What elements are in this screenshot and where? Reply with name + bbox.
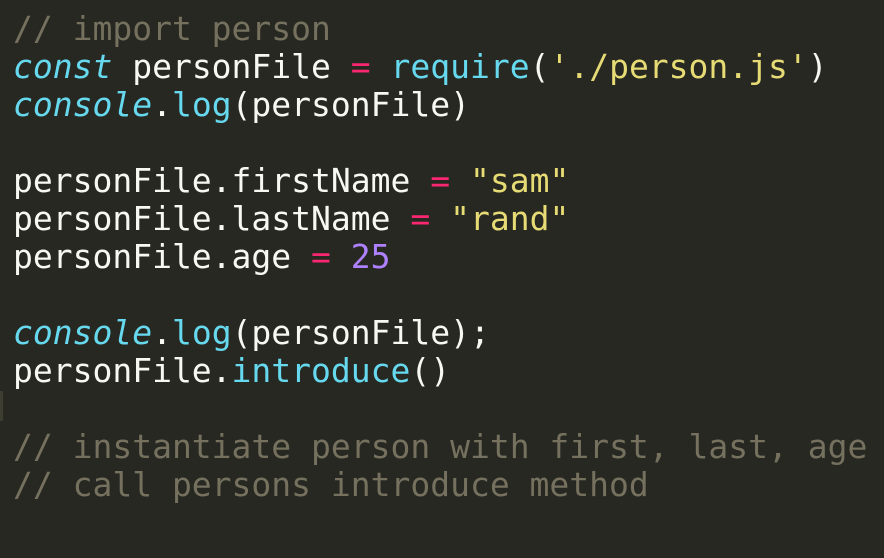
code-token-plain: personFile.lastName [13,199,411,238]
code-token-comment: // instantiate person with first, last, … [13,427,868,466]
code-token-plain: ( [529,47,550,86]
code-token-plain: (personFile); [231,313,490,352]
code-token-plain: personFile [112,47,351,86]
code-token-string: "rand" [450,199,570,238]
code-line[interactable]: console.log(personFile); [13,314,884,352]
code-line[interactable]: // instantiate person with first, last, … [13,428,884,466]
code-token-string: './person.js' [549,47,808,86]
code-line[interactable] [13,276,884,314]
code-token-plain: . [152,85,172,124]
code-token-plain: personFile.age [13,237,312,276]
code-token-support: log [171,85,232,124]
code-token-support: log [171,313,232,352]
code-token-plain: personFile.firstName [13,161,431,200]
code-token-storage: console [13,85,153,124]
code-token-string: "sam" [469,161,570,200]
code-line[interactable]: // call persons introduce method [13,466,884,504]
code-token-keyword: = [350,47,371,86]
code-token-keyword: = [311,237,331,276]
code-line[interactable]: const personFile = require('./person.js'… [13,48,884,86]
code-token-plain: personFile. [13,351,232,390]
code-line[interactable]: personFile.introduce() [13,352,884,390]
cursor-line-indicator [0,391,3,421]
code-token-keyword: = [410,199,431,238]
code-token-storage: const [13,47,113,86]
code-line[interactable]: // import person [13,10,884,48]
code-line[interactable]: personFile.age = 25 [13,238,884,276]
code-token-plain: . [152,313,172,352]
code-token-comment: // import person [13,9,331,48]
code-line[interactable] [13,390,884,428]
code-token-number: 25 [350,237,391,276]
code-editor[interactable]: // import person const personFile = requi… [0,0,884,558]
code-line[interactable] [13,124,884,162]
code-token-support: require [390,47,530,86]
code-line[interactable]: console.log(personFile) [13,86,884,124]
code-token-plain: () [410,351,451,390]
code-line[interactable]: personFile.firstName = "sam" [13,162,884,200]
code-token-keyword: = [430,161,451,200]
code-token-comment: // call persons introduce method [13,465,649,504]
code-line[interactable]: personFile.lastName = "rand" [13,200,884,238]
code-token-support: introduce [231,351,411,390]
code-token-plain: ) [807,47,828,86]
code-token-plain: (personFile) [231,85,470,124]
code-token-storage: console [13,313,153,352]
